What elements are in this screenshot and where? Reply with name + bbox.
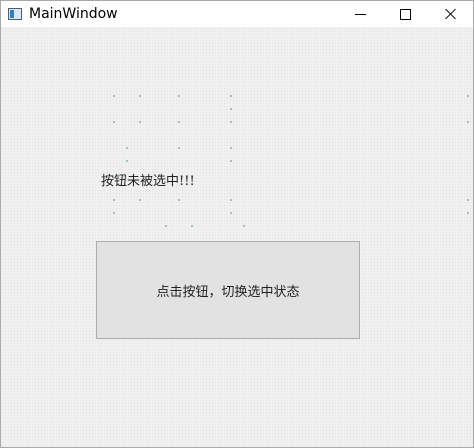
grid-dot bbox=[467, 212, 469, 214]
grid-dot bbox=[243, 225, 245, 227]
grid-dot bbox=[230, 212, 232, 214]
main-window: MainWindow 按钮未被选中!!! 点击按钮，切换选中状态 bbox=[0, 0, 474, 448]
client-area: 按钮未被选中!!! 点击按钮，切换选中状态 bbox=[1, 27, 473, 447]
grid-dot bbox=[467, 95, 469, 97]
grid-dot bbox=[467, 121, 469, 123]
title-bar[interactable]: MainWindow bbox=[1, 1, 473, 27]
grid-dot bbox=[230, 160, 232, 162]
grid-dot bbox=[139, 121, 141, 123]
close-icon[interactable] bbox=[428, 1, 473, 27]
grid-dot bbox=[230, 121, 232, 123]
grid-dot bbox=[126, 160, 128, 162]
grid-dot bbox=[467, 199, 469, 201]
grid-dot bbox=[178, 121, 180, 123]
selection-status-label: 按钮未被选中!!! bbox=[101, 174, 195, 189]
toggle-selection-button[interactable]: 点击按钮，切换选中状态 bbox=[96, 241, 360, 339]
grid-dot bbox=[113, 212, 115, 214]
app-icon bbox=[8, 8, 22, 20]
grid-dot bbox=[230, 108, 232, 110]
minimize-icon[interactable] bbox=[338, 1, 383, 27]
grid-dot bbox=[126, 147, 128, 149]
window-title: MainWindow bbox=[29, 6, 118, 22]
grid-dot bbox=[230, 147, 232, 149]
maximize-icon[interactable] bbox=[383, 1, 428, 27]
grid-dot bbox=[165, 225, 167, 227]
grid-dot bbox=[230, 199, 232, 201]
grid-dot bbox=[178, 95, 180, 97]
grid-dot bbox=[113, 199, 115, 201]
grid-dot bbox=[178, 147, 180, 149]
window-controls bbox=[338, 1, 473, 27]
grid-dot bbox=[178, 199, 180, 201]
grid-dot bbox=[230, 95, 232, 97]
grid-dot bbox=[113, 95, 115, 97]
grid-dot bbox=[191, 225, 193, 227]
grid-dot bbox=[139, 95, 141, 97]
grid-dot bbox=[139, 199, 141, 201]
grid-dot bbox=[113, 121, 115, 123]
